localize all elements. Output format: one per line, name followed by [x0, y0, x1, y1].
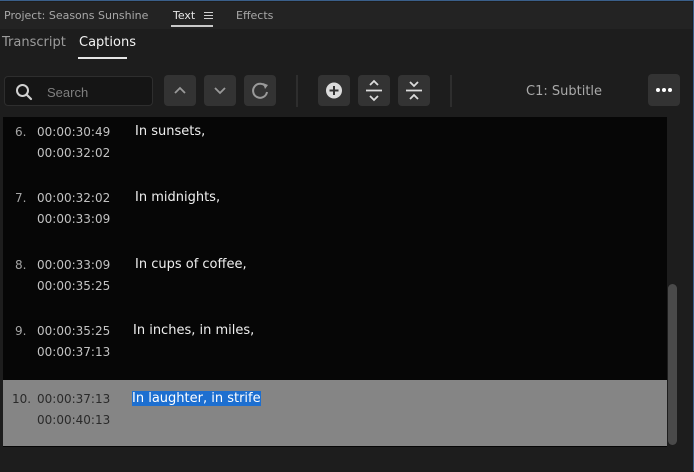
merge-icon — [406, 81, 422, 100]
caption-text[interactable]: In sunsets, — [135, 124, 205, 139]
tab-transcript[interactable]: Transcript — [2, 35, 66, 50]
caption-track-label: C1: Subtitle — [526, 84, 603, 99]
caption-out-time[interactable]: 00:00:33:09 — [37, 212, 110, 226]
more-options-button[interactable] — [648, 74, 680, 106]
panel-footer — [0, 451, 692, 472]
scrollbar-thumb[interactable] — [668, 284, 677, 445]
merge-captions-button[interactable] — [398, 75, 430, 106]
chevron-down-icon — [214, 87, 226, 95]
tab-captions[interactable]: Captions — [79, 35, 136, 50]
caption-in-time[interactable]: 00:00:32:02 — [37, 191, 110, 205]
search-box — [4, 76, 153, 106]
refresh-icon — [252, 82, 268, 99]
caption-in-time[interactable]: 00:00:30:49 — [37, 125, 110, 139]
add-caption-button[interactable] — [318, 75, 350, 106]
caption-in-time[interactable]: 00:00:33:09 — [37, 258, 110, 272]
search-icon — [16, 84, 33, 101]
caption-row[interactable]: 6. 00:00:30:49 00:00:32:02 In sunsets, — [3, 117, 667, 183]
caption-index: 8. — [15, 258, 27, 272]
caption-text[interactable]: In midnights, — [135, 190, 220, 205]
caption-in-time[interactable]: 00:00:35:25 — [37, 324, 110, 338]
caption-out-time[interactable]: 00:00:35:25 — [37, 279, 110, 293]
search-input[interactable] — [45, 81, 149, 103]
active-subtab-indicator — [78, 57, 127, 59]
replace-button[interactable] — [244, 75, 276, 106]
caption-row-selected[interactable]: 10. 00:00:37:13 00:00:40:13 In laughter,… — [3, 380, 667, 446]
captions-toolbar: C1: Subtitle — [0, 69, 692, 115]
caption-text[interactable]: In inches, in miles, — [133, 323, 254, 338]
split-icon — [366, 79, 382, 102]
more-icon — [656, 88, 672, 92]
split-caption-button[interactable] — [358, 75, 390, 106]
add-icon — [326, 82, 342, 99]
caption-index: 9. — [15, 324, 27, 338]
caption-in-time[interactable]: 00:00:37:13 — [37, 392, 110, 406]
previous-match-button[interactable] — [164, 75, 196, 106]
caption-text[interactable]: In cups of coffee, — [135, 257, 247, 272]
tab-text[interactable]: Text — [173, 9, 195, 22]
panel-tab-bar: Project: Seasons Sunshine Text Effects — [0, 2, 692, 29]
caption-row[interactable]: 8. 00:00:33:09 00:00:35:25 In cups of co… — [3, 250, 667, 316]
sub-tab-bar: Transcript Captions — [0, 30, 692, 62]
toolbar-divider — [450, 75, 452, 107]
caption-index: 6. — [15, 125, 27, 139]
chevron-up-icon — [174, 86, 186, 94]
tab-project[interactable]: Project: Seasons Sunshine — [4, 9, 148, 22]
caption-out-time[interactable]: 00:00:37:13 — [37, 345, 110, 359]
captions-panel: Project: Seasons Sunshine Text Effects T… — [0, 0, 694, 472]
active-tab-indicator — [171, 25, 213, 27]
caption-row[interactable]: 9. 00:00:35:25 00:00:37:13 In inches, in… — [3, 316, 667, 382]
hamburger-menu-icon[interactable] — [204, 12, 213, 20]
caption-out-time[interactable]: 00:00:32:02 — [37, 146, 110, 160]
caption-list: 6. 00:00:30:49 00:00:32:02 In sunsets, 7… — [3, 117, 667, 447]
caption-text-editing[interactable]: In laughter, in strife — [132, 391, 261, 406]
tab-effects[interactable]: Effects — [236, 9, 273, 22]
caption-row[interactable]: 7. 00:00:32:02 00:00:33:09 In midnights, — [3, 183, 667, 249]
toolbar-divider — [296, 75, 298, 107]
caption-index: 7. — [15, 191, 27, 205]
next-match-button[interactable] — [204, 75, 236, 106]
caption-out-time[interactable]: 00:00:40:13 — [37, 413, 110, 427]
caption-index: 10. — [12, 392, 32, 406]
